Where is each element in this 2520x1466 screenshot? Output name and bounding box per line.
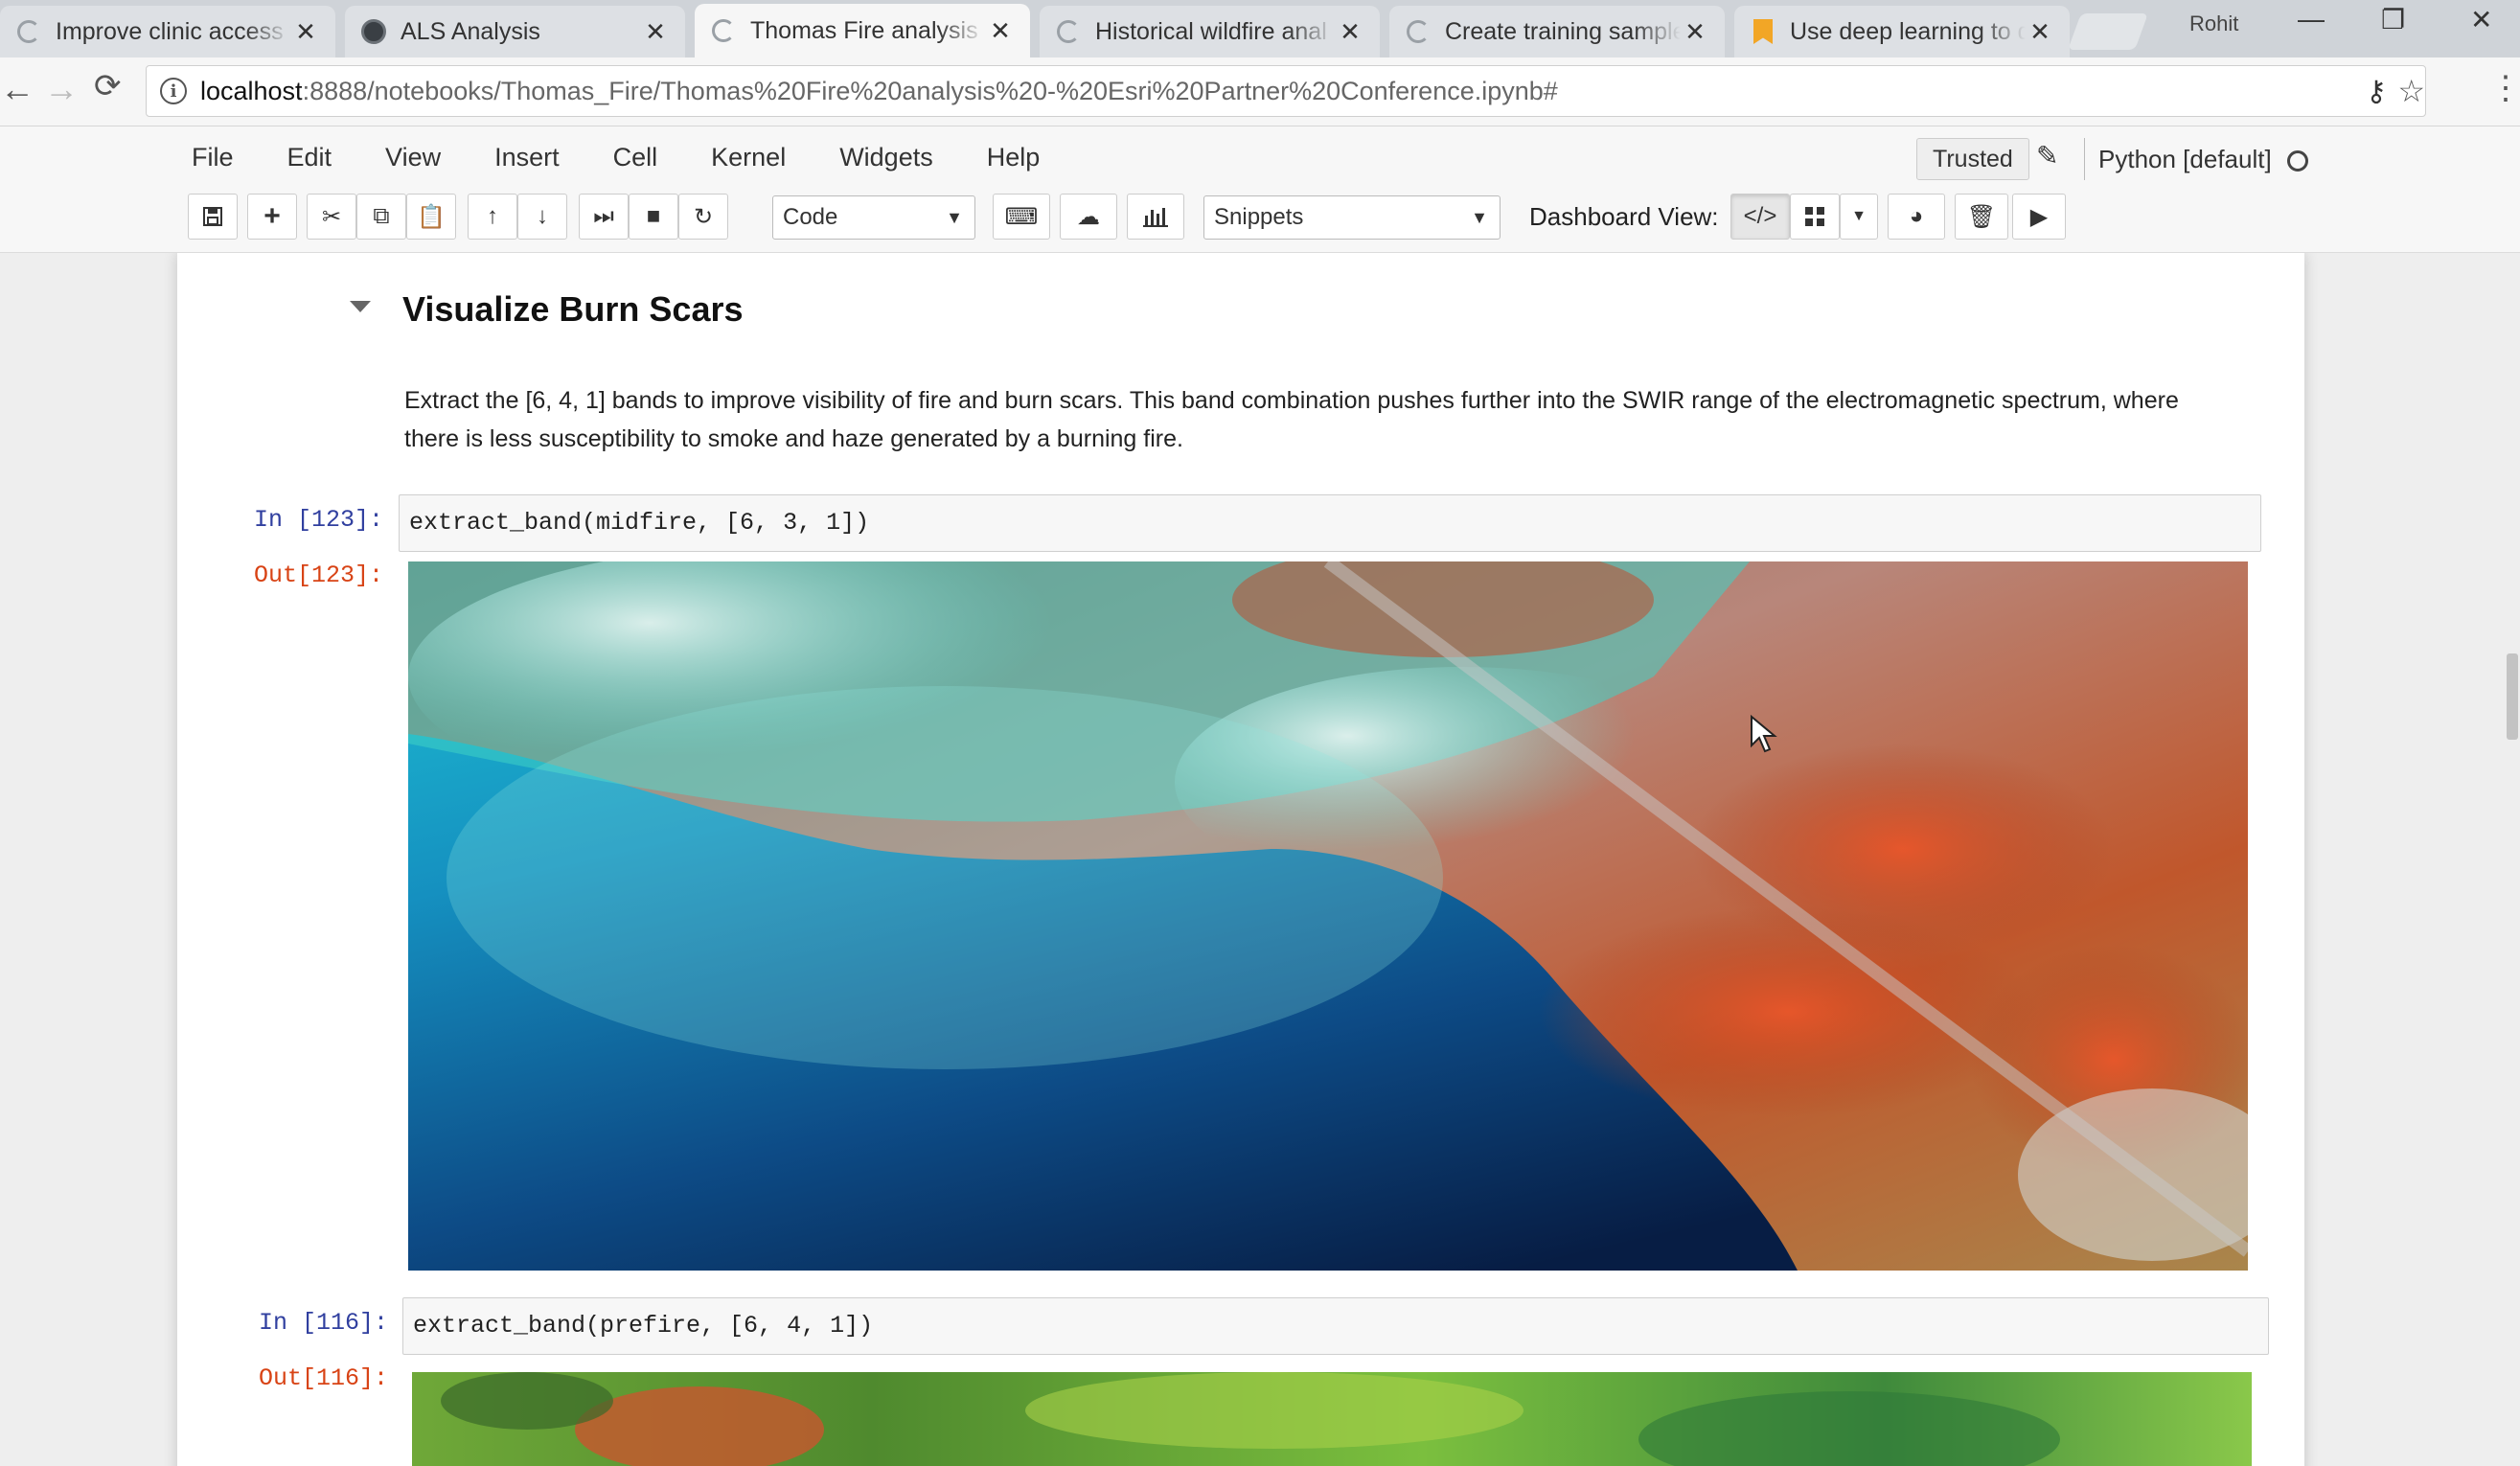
- tab-title: Historical wildfire anal: [1095, 17, 1327, 45]
- menu-view[interactable]: View: [385, 136, 441, 178]
- minimize-icon[interactable]: —: [2298, 4, 2325, 34]
- tab-title: Thomas Fire analysis -: [750, 16, 986, 44]
- key-icon[interactable]: ⚷: [2366, 75, 2387, 108]
- trash-icon[interactable]: 🗑: [1955, 194, 2008, 240]
- close-icon[interactable]: ✕: [1336, 17, 1364, 47]
- loading-spinner-icon: [1405, 18, 1432, 45]
- tab-title: Use deep learning to d: [1790, 17, 2026, 45]
- mouse-pointer-icon: [1751, 715, 1777, 753]
- save-icon[interactable]: [188, 194, 238, 240]
- browser-tab-0[interactable]: Improve clinic access f ✕: [0, 6, 335, 57]
- new-tab-button[interactable]: [2068, 13, 2148, 50]
- code-cell-input[interactable]: extract_band(midfire, [6, 3, 1]): [399, 494, 2261, 552]
- kernel-idle-icon: [2286, 150, 2308, 172]
- input-prompt: In [123]:: [253, 506, 383, 534]
- keyboard-icon[interactable]: ⌨: [993, 194, 1050, 240]
- cut-scissors-icon[interactable]: ✂: [307, 194, 356, 240]
- menu-help[interactable]: Help: [987, 136, 1041, 178]
- output-prompt: Out[116]:: [258, 1364, 388, 1392]
- browser-tab-2-active[interactable]: Thomas Fire analysis - ✕: [695, 4, 1030, 57]
- dropdown-caret-icon[interactable]: ▼: [1840, 194, 1878, 240]
- star-icon[interactable]: ☆: [2397, 73, 2425, 109]
- snippets-value: Snippets: [1214, 204, 1304, 230]
- move-up-arrow-icon[interactable]: ↑: [468, 194, 517, 240]
- close-icon[interactable]: ✕: [291, 17, 320, 47]
- restore-icon[interactable]: ❐: [2381, 4, 2405, 35]
- menu-bar: File Edit View Insert Cell Kernel Widget…: [192, 136, 1093, 178]
- browser-tab-3[interactable]: Historical wildfire anal ✕: [1040, 6, 1380, 57]
- insert-cell-plus-icon[interactable]: +: [247, 194, 297, 240]
- reload-icon[interactable]: ⟳: [94, 67, 122, 105]
- info-icon[interactable]: i: [160, 78, 187, 104]
- restart-icon[interactable]: ↻: [678, 194, 728, 240]
- tab-title: Create training sample: [1445, 17, 1681, 45]
- bar-chart-icon[interactable]: [1127, 194, 1184, 240]
- trusted-indicator[interactable]: Trusted: [1916, 138, 2029, 180]
- collapse-heading-caret-icon[interactable]: [350, 301, 371, 312]
- kernel-name: Python [default]: [2098, 145, 2272, 173]
- loading-spinner-icon: [15, 18, 42, 45]
- menu-cell[interactable]: Cell: [613, 136, 658, 178]
- output-prompt: Out[123]:: [253, 561, 383, 589]
- move-down-arrow-icon[interactable]: ↓: [517, 194, 567, 240]
- browser-tab-strip: Improve clinic access f ✕ ALS Analysis ✕…: [0, 0, 2520, 57]
- run-next-icon[interactable]: ⏭: [579, 194, 629, 240]
- cell-type-select[interactable]: Code ▼: [772, 195, 975, 240]
- notebook-area: Visualize Burn Scars Extract the [6, 4, …: [0, 253, 2520, 1466]
- bookmark-icon: [1750, 18, 1776, 45]
- snippets-select[interactable]: Snippets ▼: [1203, 195, 1501, 240]
- dashboard-gauge-icon[interactable]: ◕: [1888, 194, 1945, 240]
- loading-spinner-icon: [710, 17, 737, 44]
- close-window-icon[interactable]: ✕: [2470, 4, 2492, 35]
- browser-navbar: ← → ⟳ i localhost:8888/notebooks/Thomas_…: [0, 57, 2520, 126]
- close-icon[interactable]: ✕: [1681, 17, 1709, 47]
- tab-title: ALS Analysis: [401, 17, 540, 45]
- browser-tab-5[interactable]: Use deep learning to d ✕: [1734, 6, 2070, 57]
- back-arrow-icon[interactable]: ←: [0, 69, 34, 109]
- url-path: :8888/notebooks/Thomas_Fire/Thomas%20Fir…: [302, 76, 1558, 105]
- input-prompt: In [116]:: [258, 1309, 388, 1337]
- copy-icon[interactable]: ⧉: [356, 194, 406, 240]
- edit-pencil-icon[interactable]: ✎: [2036, 140, 2058, 172]
- url-host: localhost: [200, 76, 303, 105]
- dashboard-view-label: Dashboard View:: [1529, 202, 1719, 231]
- caret-down-icon: ▼: [1471, 208, 1488, 227]
- satellite-prefire-image: [412, 1372, 2252, 1466]
- close-icon[interactable]: ✕: [641, 17, 670, 47]
- satellite-burn-scar-image: [408, 561, 2248, 1271]
- stop-square-icon[interactable]: ■: [629, 194, 678, 240]
- browser-tab-1[interactable]: ALS Analysis ✕: [345, 6, 685, 57]
- cloud-upload-icon[interactable]: ☁: [1060, 194, 1117, 240]
- kernel-indicator[interactable]: Python [default]: [2084, 138, 2308, 180]
- url-text[interactable]: localhost:8888/notebooks/Thomas_Fire/Tho…: [200, 77, 1558, 106]
- menu-widgets[interactable]: Widgets: [839, 136, 933, 178]
- markdown-paragraph: Extract the [6, 4, 1] bands to improve v…: [404, 387, 2179, 452]
- jupyter-header: File Edit View Insert Cell Kernel Widget…: [0, 126, 2520, 253]
- forward-arrow-icon[interactable]: →: [44, 69, 79, 109]
- tab-title: Improve clinic access f: [56, 17, 291, 45]
- cell-type-value: Code: [783, 204, 838, 230]
- loading-spinner-icon: [1055, 18, 1082, 45]
- address-bar[interactable]: i localhost:8888/notebooks/Thomas_Fire/T…: [146, 65, 2426, 117]
- scrollbar-thumb[interactable]: [2507, 653, 2518, 740]
- profile-name[interactable]: Rohit: [2189, 11, 2238, 36]
- paste-icon[interactable]: 📋: [406, 194, 456, 240]
- present-play-icon[interactable]: ▶: [2012, 194, 2066, 240]
- menu-kernel[interactable]: Kernel: [711, 136, 786, 178]
- code-cell-input[interactable]: extract_band(prefire, [6, 4, 1]): [402, 1297, 2269, 1355]
- code-view-icon[interactable]: </>: [1730, 194, 1790, 240]
- browser-tab-4[interactable]: Create training sample ✕: [1389, 6, 1725, 57]
- close-icon[interactable]: ✕: [2026, 17, 2054, 47]
- section-heading: Visualize Burn Scars: [402, 289, 744, 329]
- menu-file[interactable]: File: [192, 136, 234, 178]
- browser-menu-icon[interactable]: ⋮: [2489, 69, 2520, 107]
- close-icon[interactable]: ✕: [986, 16, 1015, 46]
- menu-insert[interactable]: Insert: [494, 136, 560, 178]
- caret-down-icon: ▼: [946, 208, 963, 227]
- globe-icon: [360, 18, 387, 45]
- menu-edit[interactable]: Edit: [287, 136, 332, 178]
- grid-layout-icon[interactable]: [1790, 194, 1840, 240]
